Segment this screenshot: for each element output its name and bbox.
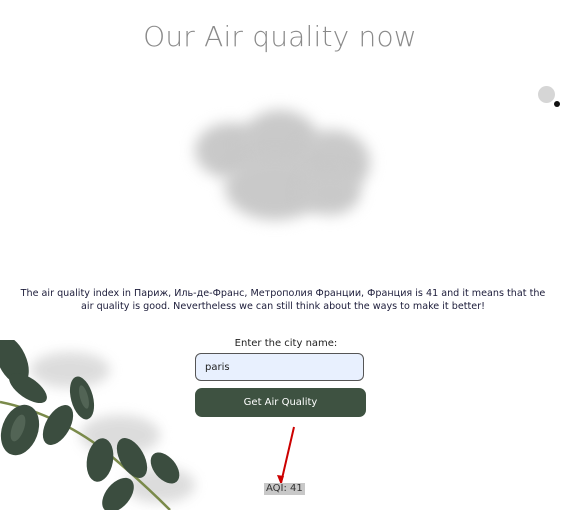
get-air-quality-button[interactable]: Get Air Quality (195, 388, 366, 417)
decor-dot-grey (538, 86, 555, 103)
page-title: Our Air quality now (143, 20, 417, 53)
aqi-value: AQI: 41 (264, 483, 305, 495)
page: Our Air quality now The air quality inde… (0, 0, 572, 510)
eucalyptus-image (0, 340, 195, 510)
decor-dot-black (554, 101, 560, 107)
cloud-image (180, 105, 390, 245)
arrow-annotation (277, 426, 295, 485)
air-quality-description: The air quality index in Париж, Иль-де-Ф… (20, 288, 546, 312)
city-input[interactable] (195, 353, 364, 381)
